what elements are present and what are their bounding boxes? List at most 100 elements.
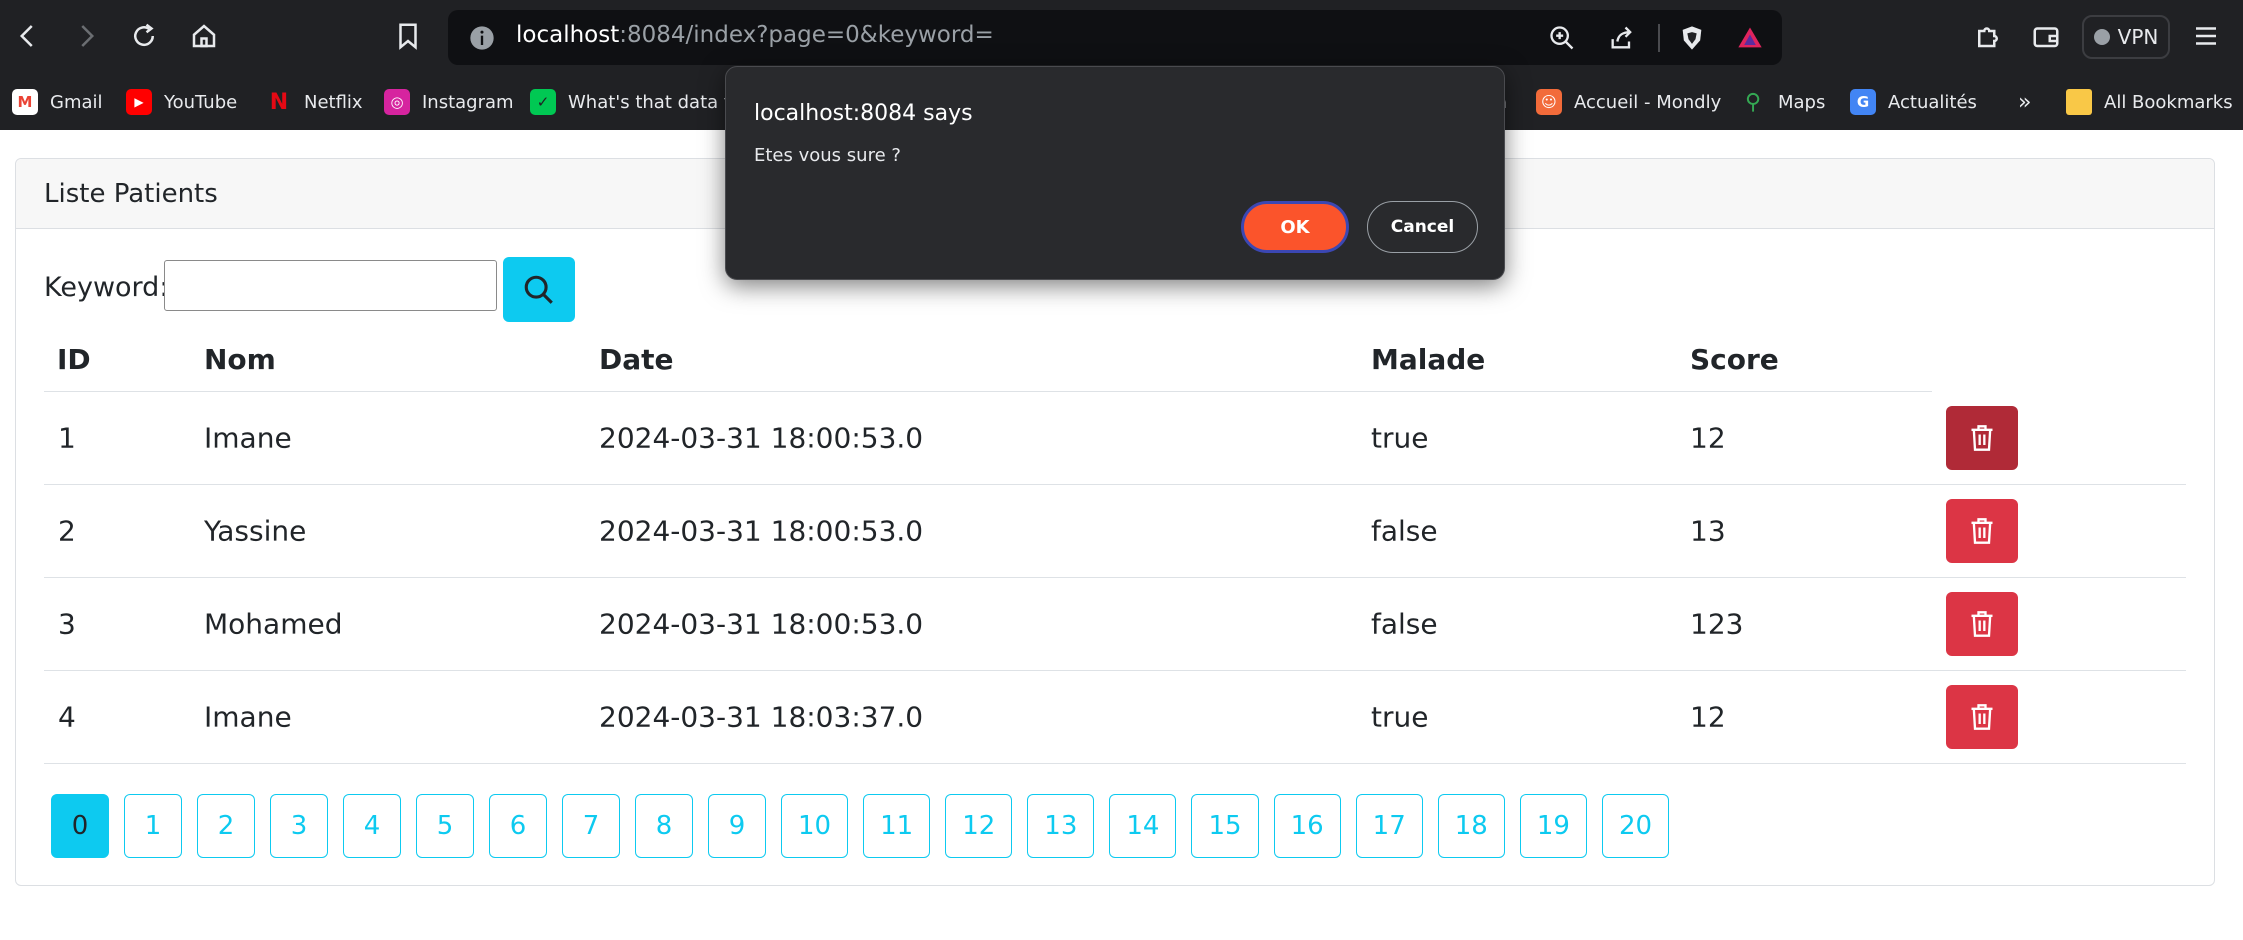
column-header-malade: Malade: [1371, 343, 1486, 376]
url-text[interactable]: localhost:8084/index?page=0&keyword=: [516, 22, 994, 48]
share-icon[interactable]: [1606, 22, 1638, 54]
page-button-17[interactable]: 17: [1355, 794, 1423, 858]
vpn-button[interactable]: VPN: [2082, 15, 2170, 59]
search-icon: [524, 275, 553, 304]
cell-malade: false: [1371, 514, 1438, 548]
table-row: 3 Mohamed 2024-03-31 18:00:53.0 false 12…: [44, 578, 2186, 671]
table-row: 2 Yassine 2024-03-31 18:00:53.0 false 13: [44, 485, 2186, 578]
column-header-date: Date: [599, 343, 674, 376]
page-button-18[interactable]: 18: [1437, 794, 1505, 858]
bookmark-label: Accueil - Mondly: [1574, 91, 1722, 113]
zoom-icon[interactable]: [1546, 22, 1578, 54]
cell-malade: true: [1371, 700, 1429, 734]
all-bookmarks-button[interactable]: All Bookmarks: [2066, 84, 2233, 120]
vpn-status-icon: [2093, 29, 2110, 45]
address-bar[interactable]: localhost:8084/index?page=0&keyword=: [448, 10, 1782, 65]
page-button-12[interactable]: 12: [945, 794, 1013, 858]
cell-nom: Yassine: [204, 514, 307, 548]
bookmark-label: Instagram: [422, 91, 514, 113]
page-button-16[interactable]: 16: [1273, 794, 1341, 858]
page-button-4[interactable]: 4: [343, 794, 401, 858]
bookmark-gmail[interactable]: M Gmail: [12, 84, 103, 120]
home-icon: [192, 24, 216, 48]
home-button[interactable]: [182, 14, 226, 58]
extensions-button[interactable]: [1966, 14, 2010, 58]
brave-shields-icon[interactable]: [1676, 22, 1708, 54]
page-button-20[interactable]: 20: [1601, 794, 1670, 858]
gmail-icon: M: [12, 89, 38, 115]
page-button-19[interactable]: 19: [1519, 794, 1587, 858]
bookmark-youtube[interactable]: ▶ YouTube: [126, 84, 237, 120]
cell-date: 2024-03-31 18:00:53.0: [599, 514, 924, 548]
instagram-icon: ◎: [384, 89, 410, 115]
cell-nom: Imane: [204, 700, 292, 734]
bookmark-page-button[interactable]: [386, 14, 430, 58]
bookmark-mondly[interactable]: ☺ Accueil - Mondly: [1536, 84, 1721, 120]
cell-date: 2024-03-31 18:00:53.0: [599, 421, 924, 455]
page-button-14[interactable]: 14: [1109, 794, 1177, 858]
delete-button[interactable]: [1946, 499, 2018, 563]
page-button-7[interactable]: 7: [562, 794, 620, 858]
bookmark-actualites[interactable]: G Actualités: [1850, 84, 1977, 120]
page-button-11[interactable]: 11: [863, 794, 931, 858]
hamburger-menu-icon: [2196, 27, 2216, 45]
column-header-nom: Nom: [204, 343, 276, 376]
table-row: 4 Imane 2024-03-31 18:03:37.0 true 12: [44, 671, 2186, 764]
more-bookmarks-label: »: [2018, 89, 2032, 115]
page-button-3[interactable]: 3: [270, 794, 328, 858]
bookmark-site-icon: ✓: [530, 89, 556, 115]
forward-arrow-icon: [81, 25, 95, 47]
page-title: Liste Patients: [44, 179, 218, 209]
bookmark-netflix[interactable]: N Netflix: [266, 84, 363, 120]
bookmark-label: Gmail: [50, 91, 103, 113]
back-arrow-icon: [19, 25, 33, 47]
trash-icon: [1971, 425, 1993, 451]
dialog-message: Etes vous sure ?: [754, 145, 901, 166]
reload-button[interactable]: [122, 14, 166, 58]
search-button[interactable]: [503, 257, 575, 322]
address-bar-divider: [1658, 24, 1660, 52]
cell-id: 2: [58, 514, 76, 548]
delete-button[interactable]: [1946, 592, 2018, 656]
forward-button[interactable]: [64, 14, 108, 58]
maps-icon: ⚲: [1744, 89, 1762, 115]
page-button-5[interactable]: 5: [416, 794, 474, 858]
cell-nom: Imane: [204, 421, 292, 455]
page-button-2[interactable]: 2: [197, 794, 255, 858]
pagination: 0 1 2 3 4 5 6 7 8 9 10 11 12 13 14 15 16 17 18 19 20: [51, 794, 1670, 858]
page-button-1[interactable]: 1: [124, 794, 182, 858]
keyword-input[interactable]: [164, 260, 497, 311]
cancel-button[interactable]: Cancel: [1367, 201, 1478, 253]
more-bookmarks-button[interactable]: »: [2018, 84, 2031, 120]
cell-nom: Mohamed: [204, 607, 343, 641]
keyword-label: Keyword:: [44, 272, 169, 303]
bookmark-maps[interactable]: ⚲ Maps: [1740, 84, 1825, 120]
brave-rewards-icon[interactable]: [1734, 22, 1766, 54]
bookmark-icon: [399, 23, 417, 50]
delete-button[interactable]: [1946, 406, 2018, 470]
page-button-8[interactable]: 8: [635, 794, 693, 858]
cell-id: 3: [58, 607, 76, 641]
bookmark-instagram[interactable]: ◎ Instagram: [384, 84, 514, 120]
page-button-6[interactable]: 6: [489, 794, 547, 858]
google-news-icon: G: [1850, 89, 1876, 115]
back-button[interactable]: [6, 14, 50, 58]
page-button-10[interactable]: 10: [781, 794, 849, 858]
puzzle-icon: [1978, 27, 1998, 48]
netflix-icon: N: [269, 89, 289, 115]
cell-date: 2024-03-31 18:03:37.0: [599, 700, 924, 734]
page-button-0[interactable]: 0: [51, 794, 109, 858]
page-button-15[interactable]: 15: [1191, 794, 1259, 858]
trash-icon: [1971, 704, 1993, 730]
delete-button[interactable]: [1946, 685, 2018, 749]
trash-icon: [1971, 611, 1993, 637]
wallet-button[interactable]: [2024, 14, 2068, 58]
wallet-icon: [2033, 27, 2059, 48]
menu-button[interactable]: [2184, 14, 2228, 58]
ok-button[interactable]: OK: [1241, 201, 1349, 253]
trash-icon: [1971, 518, 1993, 544]
page-button-13[interactable]: 13: [1027, 794, 1095, 858]
bookmark-data-type[interactable]: ✓ What's that data typ: [530, 84, 753, 120]
site-info-icon[interactable]: [466, 22, 498, 54]
page-button-9[interactable]: 9: [708, 794, 766, 858]
